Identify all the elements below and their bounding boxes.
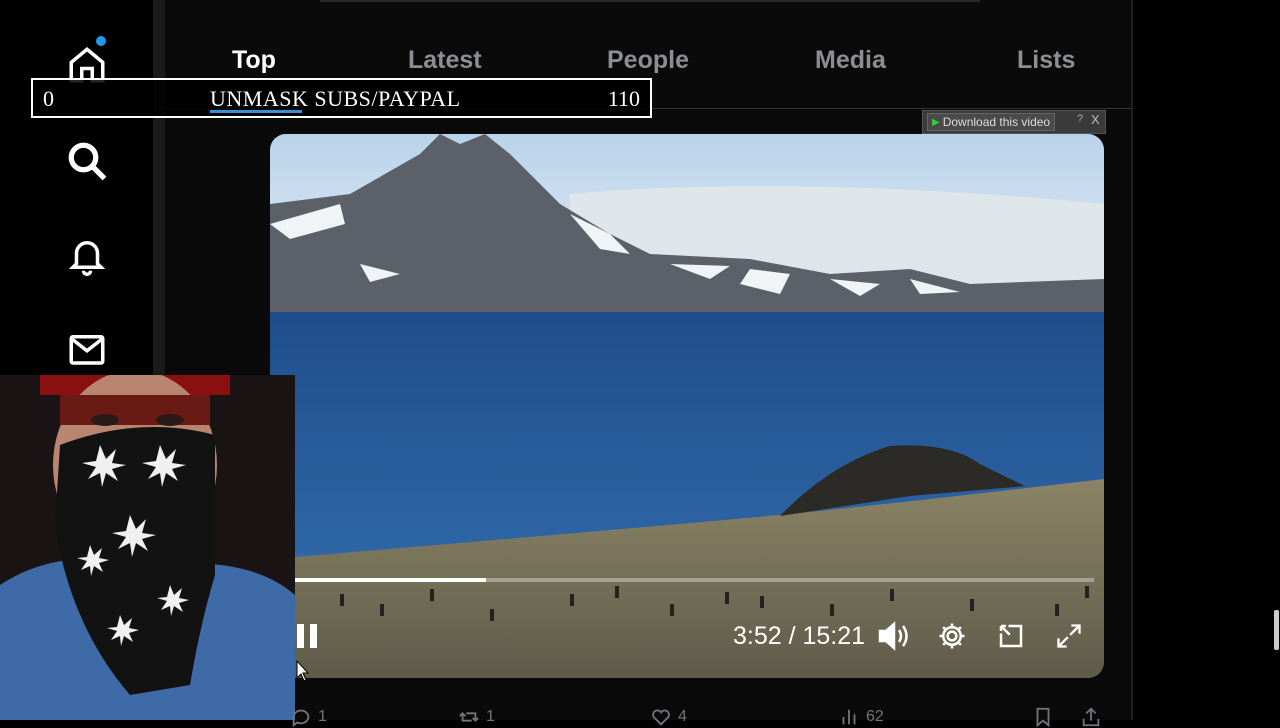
play-triangle-icon: ▶ (932, 116, 940, 128)
share-button[interactable] (1080, 706, 1102, 728)
video-player[interactable]: 3:52 / 15:21 (270, 134, 1104, 678)
notification-dot (96, 36, 106, 46)
video-time: 3:52 / 15:21 (733, 622, 866, 650)
video-progress-fill (294, 578, 486, 582)
video-progress-bar[interactable] (294, 578, 1094, 582)
retweet-count: 1 (486, 708, 495, 725)
like-icon (652, 709, 670, 726)
download-video-label: Download this video (942, 115, 1051, 129)
bookmark-button[interactable] (1032, 706, 1054, 728)
video-frame (270, 134, 1104, 678)
pause-icon[interactable] (292, 620, 322, 652)
mail-icon[interactable] (64, 326, 110, 372)
reply-button[interactable]: 1 (290, 706, 327, 728)
tab-latest[interactable]: Latest (408, 46, 482, 75)
reply-count: 1 (318, 708, 327, 725)
retweet-icon (459, 712, 479, 722)
reply-icon (292, 709, 310, 728)
tab-top[interactable]: Top (232, 46, 276, 75)
retweet-button[interactable]: 1 (458, 706, 495, 728)
ticker-left-count: 0 (43, 86, 54, 111)
close-icon[interactable]: X (1091, 112, 1100, 127)
mouse-cursor-icon (296, 660, 310, 682)
share-icon (1082, 707, 1100, 727)
help-icon[interactable]: ? (1077, 113, 1083, 125)
ticker-right-count: 110 (607, 86, 640, 111)
pip-icon[interactable] (994, 620, 1028, 652)
page-scrollbar[interactable] (1274, 610, 1279, 650)
views-icon (842, 709, 856, 725)
ticker-underline (210, 110, 302, 113)
column-divider (1131, 0, 1133, 720)
webcam-overlay (0, 375, 295, 720)
tab-media[interactable]: Media (815, 46, 886, 75)
like-button[interactable]: 4 (650, 706, 687, 728)
tab-people[interactable]: People (607, 46, 689, 75)
download-video-button[interactable]: ▶ Download this video (927, 113, 1056, 131)
like-count: 4 (678, 708, 687, 725)
download-video-bar: ▶ Download this video ? X (922, 110, 1106, 134)
volume-icon[interactable] (876, 620, 912, 652)
bookmark-icon (1036, 707, 1050, 728)
ticker-message: UNMASK SUBS/PAYPAL (210, 86, 461, 111)
bell-icon[interactable] (64, 232, 110, 278)
tab-lists[interactable]: Lists (1017, 46, 1075, 75)
search-bar-edge (320, 0, 980, 2)
search-icon[interactable] (64, 138, 110, 184)
views-button[interactable]: 62 (838, 706, 884, 728)
streamer-camera-image (0, 375, 295, 720)
gear-icon[interactable] (935, 620, 969, 652)
fullscreen-icon[interactable] (1052, 620, 1086, 652)
stream-ticker-bar: 0 UNMASK SUBS/PAYPAL 110 (31, 78, 652, 118)
views-count: 62 (866, 708, 884, 725)
tweet-actions: 1 1 4 62 (290, 700, 1110, 728)
